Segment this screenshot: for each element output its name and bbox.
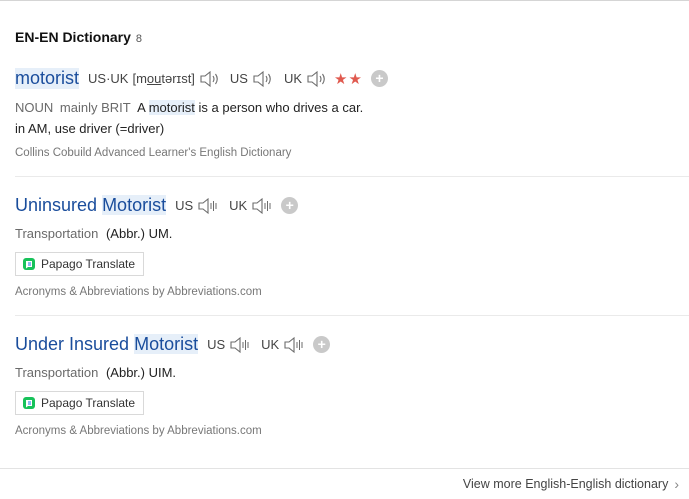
usage-label: mainly BRIT (59, 100, 131, 115)
pronunciation: US·UK [moutərɪst] (88, 70, 221, 88)
headword-part: Uninsured (15, 195, 98, 215)
meaning-text: (Abbr.) UM. (105, 226, 173, 241)
part-of-speech: NOUN (15, 100, 54, 115)
add-wordbook-button[interactable]: + (313, 336, 331, 353)
ipa-text: [moutərɪst] (132, 71, 194, 86)
definition-text-rest: is a person who drives a car. (198, 100, 364, 115)
entry-underinsured-header: Under Insured Motorist US UK + (15, 334, 331, 355)
ipa-part: [m (132, 71, 147, 86)
entry-uninsured-header: Uninsured Motorist US UK + (15, 195, 299, 216)
add-wordbook-button[interactable]: + (370, 70, 388, 87)
source-abbreviations[interactable]: Acronyms & Abbreviations by Abbreviation… (15, 425, 262, 437)
source-collins[interactable]: Collins Cobuild Advanced Learner's Engli… (15, 147, 291, 159)
us-label: US (175, 198, 194, 213)
meaning-line: Transportation (Abbr.) UM. (15, 226, 172, 241)
uk-label: UK (283, 71, 303, 86)
category-label: Transportation (15, 226, 99, 241)
pronunciation-uk: UK (261, 336, 305, 354)
ipa-stress: ou (146, 71, 162, 86)
headword-uninsured-motorist[interactable]: Uninsured Motorist (15, 195, 167, 216)
section-title-text: EN-EN Dictionary (15, 29, 131, 45)
result-count: 8 (135, 33, 143, 45)
headword-part: Under Insured (15, 334, 130, 354)
meaning-line: Transportation (Abbr.) UIM. (15, 365, 176, 380)
headword-motorist[interactable]: motorist (15, 68, 80, 89)
pronunciation-us: US (175, 197, 219, 215)
headword-highlight: Motorist (102, 195, 167, 215)
us-label: US (229, 71, 248, 86)
top-border (0, 0, 689, 1)
source-abbreviations[interactable]: Acronyms & Abbreviations by Abbreviation… (15, 286, 262, 298)
papago-translate-button[interactable]: Papago Translate (15, 391, 145, 415)
divider (15, 315, 689, 316)
speaker-icon-us[interactable] (229, 336, 251, 354)
speaker-icon-uk[interactable] (306, 70, 328, 88)
us-label: US (207, 337, 226, 352)
papago-icon (23, 258, 35, 270)
usage-note: in AM, use driver (=driver) (15, 121, 165, 136)
entry-motorist-header: motorist US·UK [moutərɪst] US UK ★★ + (15, 68, 388, 89)
papago-translate-button[interactable]: Papago Translate (15, 252, 145, 276)
footer-divider (0, 468, 689, 469)
speaker-icon-us[interactable] (252, 70, 274, 88)
divider (15, 176, 689, 177)
speaker-icon-us[interactable] (197, 197, 219, 215)
papago-icon (23, 397, 35, 409)
importance-stars: ★★ (334, 70, 363, 88)
definition-text: A (137, 100, 146, 115)
section-title: EN-EN Dictionary 8 (15, 29, 142, 45)
definition-highlight: motorist (148, 100, 195, 115)
view-more-link[interactable]: View more English-English dictionary › (463, 476, 679, 492)
papago-translate-label: Papago Translate (41, 257, 136, 271)
speaker-icon-uk[interactable] (283, 336, 305, 354)
definition-line: NOUN mainly BRIT A motorist is a person … (15, 100, 363, 115)
speaker-icon-uk[interactable] (251, 197, 273, 215)
pronunciation-uk: UK (284, 70, 328, 88)
pronunciation-us: US (207, 336, 251, 354)
variant-label: US·UK (88, 71, 129, 86)
meaning-text: (Abbr.) UIM. (105, 365, 177, 380)
chevron-right-icon: › (674, 476, 679, 492)
category-label: Transportation (15, 365, 99, 380)
speaker-icon[interactable] (199, 70, 221, 88)
ipa-part: tərɪst] (161, 71, 195, 86)
pronunciation-uk: UK (229, 197, 273, 215)
headword-highlight: Motorist (134, 334, 199, 354)
pronunciation-us: US (230, 70, 274, 88)
papago-translate-label: Papago Translate (41, 396, 136, 410)
headword-under-insured-motorist[interactable]: Under Insured Motorist (15, 334, 199, 355)
add-wordbook-button[interactable]: + (281, 197, 299, 214)
view-more-label: View more English-English dictionary (462, 477, 669, 491)
uk-label: UK (261, 337, 280, 352)
uk-label: UK (229, 198, 248, 213)
